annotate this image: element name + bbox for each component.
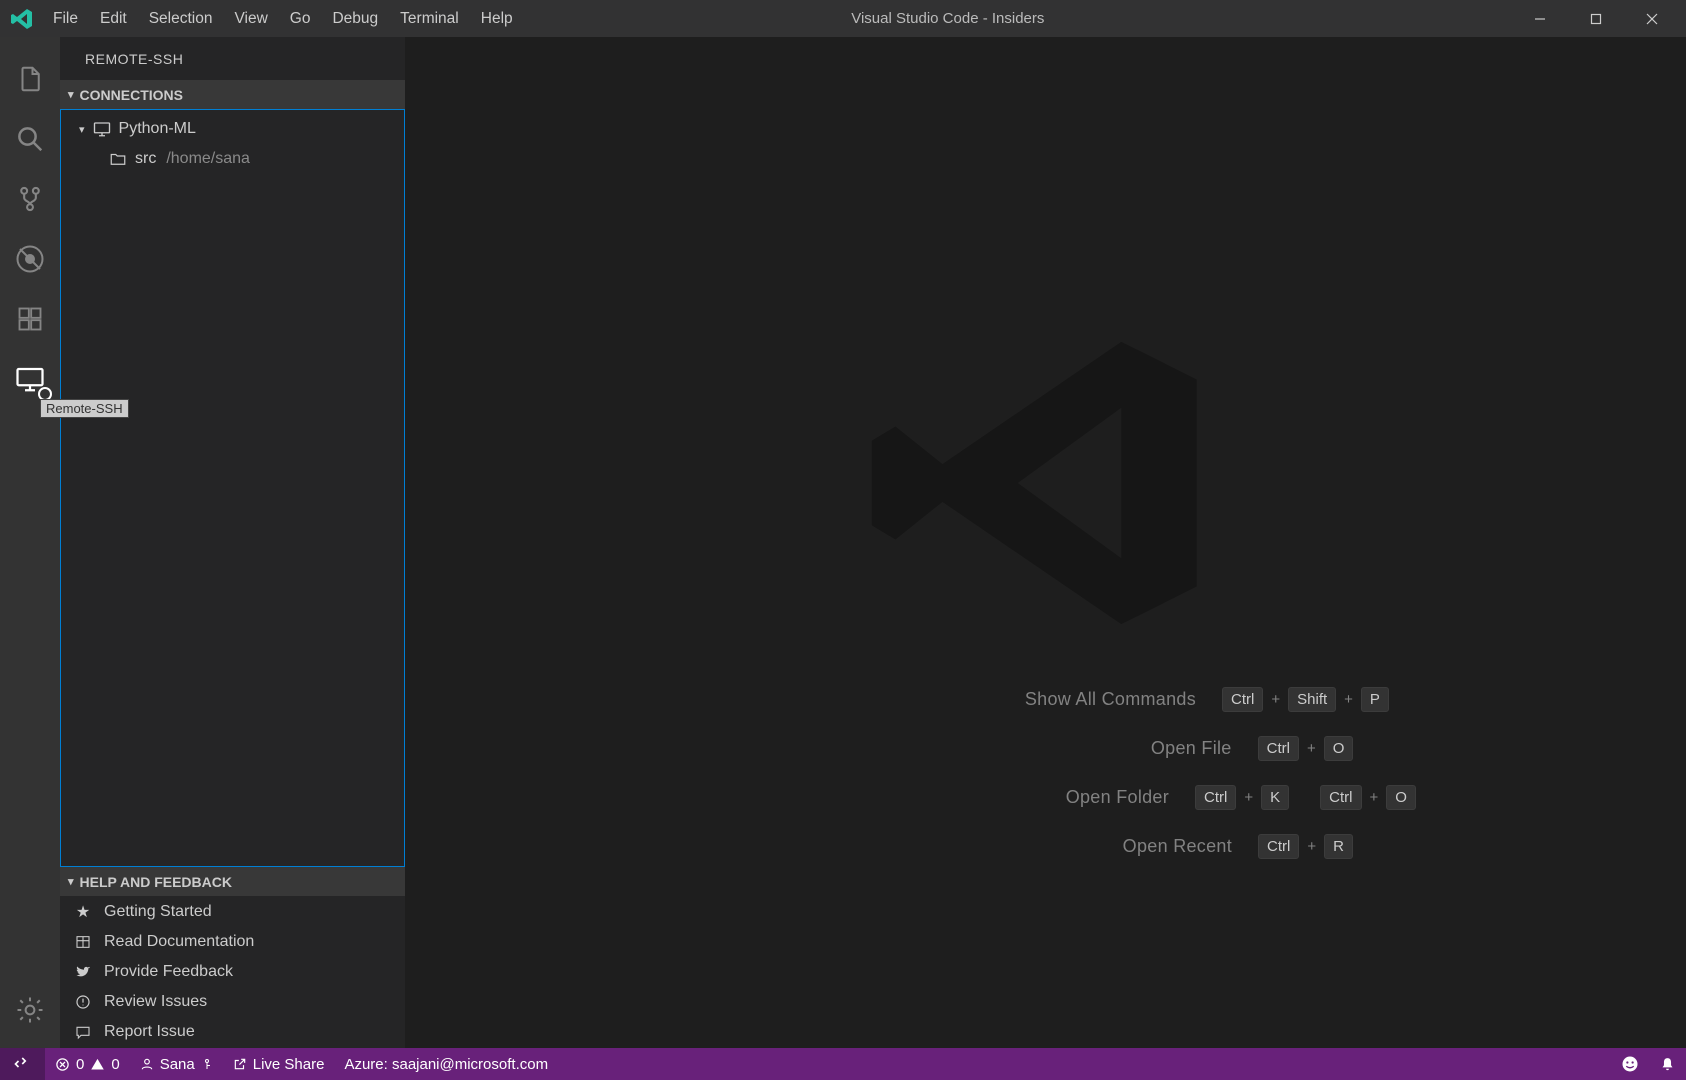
plus-icon: +	[1370, 789, 1379, 806]
folder-name: src	[135, 150, 156, 168]
section-help-header[interactable]: ▾ Help and Feedback	[60, 867, 405, 896]
side-bar: Remote-SSH ▾ Connections ▾ Python-ML src…	[60, 37, 405, 1048]
help-list: ★ Getting Started Read Documentation Prov…	[60, 896, 405, 1048]
title-bar: File Edit Selection View Go Debug Termin…	[0, 0, 1686, 37]
tree-folder[interactable]: src /home/sana	[61, 144, 404, 174]
shortcut-label: Open Folder	[675, 787, 1195, 808]
help-provide-feedback[interactable]: Provide Feedback	[60, 957, 405, 987]
help-review-issues[interactable]: Review Issues	[60, 987, 405, 1017]
menu-file[interactable]: File	[42, 4, 89, 34]
window-title: Visual Studio Code - Insiders	[524, 10, 1512, 27]
shortcut-row: Show All Commands Ctrl + Shift + P	[702, 687, 1389, 712]
tooltip: Remote-SSH	[40, 399, 129, 418]
menu-help[interactable]: Help	[470, 4, 524, 34]
help-report-issue[interactable]: Report Issue	[60, 1017, 405, 1047]
keycap: K	[1261, 785, 1289, 810]
help-label: Read Documentation	[104, 933, 254, 951]
status-azure[interactable]: Azure: saajani@microsoft.com	[334, 1048, 558, 1080]
activity-remote-ssh[interactable]: Remote-SSH	[0, 349, 60, 409]
menu-bar: File Edit Selection View Go Debug Termin…	[42, 4, 524, 34]
chevron-down-icon: ▾	[68, 88, 74, 101]
monitor-icon	[93, 120, 111, 138]
editor-area: Show All Commands Ctrl + Shift + P Open File…	[405, 37, 1686, 1048]
azure-label: Azure: saajani@microsoft.com	[344, 1056, 548, 1073]
keycap: Ctrl	[1195, 785, 1236, 810]
plus-icon: +	[1307, 838, 1316, 855]
issues-icon	[74, 993, 92, 1011]
section-connections-header[interactable]: ▾ Connections	[60, 80, 405, 109]
minimize-button[interactable]	[1512, 0, 1568, 37]
activity-bar: Remote-SSH	[0, 37, 60, 1048]
help-read-docs[interactable]: Read Documentation	[60, 927, 405, 957]
plus-icon: +	[1344, 691, 1353, 708]
activity-extensions[interactable]	[0, 289, 60, 349]
activity-search[interactable]	[0, 109, 60, 169]
menu-go[interactable]: Go	[279, 4, 322, 34]
close-button[interactable]	[1624, 0, 1680, 37]
status-problems[interactable]: 0 0	[45, 1048, 130, 1080]
folder-path: /home/sana	[166, 150, 250, 168]
keycap: P	[1361, 687, 1389, 712]
chevron-down-icon: ▾	[68, 875, 74, 888]
activity-explorer[interactable]	[0, 49, 60, 109]
status-feedback[interactable]	[1611, 1048, 1649, 1080]
shortcut-label: Open Recent	[738, 836, 1258, 857]
live-share-label: Live Share	[253, 1056, 325, 1073]
menu-debug[interactable]: Debug	[321, 4, 389, 34]
keycap: R	[1324, 834, 1353, 859]
star-icon: ★	[74, 903, 92, 921]
keycap: Shift	[1288, 687, 1336, 712]
tree-host[interactable]: ▾ Python-ML	[61, 114, 404, 144]
menu-selection[interactable]: Selection	[138, 4, 224, 34]
host-name: Python-ML	[119, 120, 196, 138]
menu-terminal[interactable]: Terminal	[389, 4, 470, 34]
shortcut-label: Show All Commands	[702, 689, 1222, 710]
help-label: Provide Feedback	[104, 963, 233, 981]
warning-count: 0	[111, 1056, 119, 1073]
status-remote-indicator[interactable]	[0, 1048, 45, 1080]
activity-settings[interactable]	[0, 980, 60, 1040]
keycap: O	[1324, 736, 1354, 761]
keycap: Ctrl	[1320, 785, 1361, 810]
plus-icon: +	[1271, 691, 1280, 708]
folder-icon	[109, 150, 127, 168]
shortcut-row: Open File Ctrl + O	[738, 736, 1354, 761]
book-icon	[74, 933, 92, 951]
sidebar-title: Remote-SSH	[60, 37, 405, 80]
comment-icon	[74, 1023, 92, 1041]
error-count: 0	[76, 1056, 84, 1073]
account-name: Sana	[160, 1056, 195, 1073]
status-account[interactable]: Sana	[130, 1048, 223, 1080]
section-label: Connections	[80, 87, 183, 103]
status-bar: 0 0 Sana Live Share Azure: saajani@micro…	[0, 1048, 1686, 1080]
activity-debug[interactable]	[0, 229, 60, 289]
shortcut-row: Open Recent Ctrl + R	[738, 834, 1353, 859]
maximize-button[interactable]	[1568, 0, 1624, 37]
keycap: Ctrl	[1222, 687, 1263, 712]
twitter-icon	[74, 963, 92, 981]
help-getting-started[interactable]: ★ Getting Started	[60, 897, 405, 927]
shortcut-row: Open Folder Ctrl + K Ctrl + O	[675, 785, 1416, 810]
activity-source-control[interactable]	[0, 169, 60, 229]
shortcut-label: Open File	[738, 738, 1258, 759]
plus-icon: +	[1307, 740, 1316, 757]
connections-tree[interactable]: ▾ Python-ML src /home/sana	[60, 109, 405, 867]
status-live-share[interactable]: Live Share	[223, 1048, 335, 1080]
keycap: O	[1386, 785, 1416, 810]
chevron-down-icon: ▾	[79, 123, 85, 136]
welcome-shortcuts: Show All Commands Ctrl + Shift + P Open File…	[405, 687, 1686, 859]
app-icon	[10, 7, 34, 31]
plus-icon: +	[1244, 789, 1253, 806]
section-label: Help and Feedback	[80, 874, 232, 890]
menu-view[interactable]: View	[223, 4, 278, 34]
menu-edit[interactable]: Edit	[89, 4, 138, 34]
help-label: Report Issue	[104, 1023, 195, 1041]
keycap: Ctrl	[1258, 834, 1299, 859]
status-notifications[interactable]	[1649, 1048, 1686, 1080]
help-label: Getting Started	[104, 903, 212, 921]
help-label: Review Issues	[104, 993, 207, 1011]
keycap: Ctrl	[1258, 736, 1299, 761]
vscode-watermark-icon	[856, 323, 1236, 643]
